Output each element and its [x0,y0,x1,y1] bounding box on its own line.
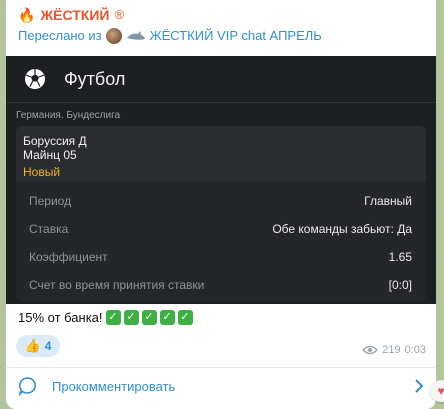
league-label: Германия. Бундеслига [16,110,121,121]
comments-label: Прокомментировать [52,378,176,394]
soccer-ball-icon [25,69,45,89]
comment-icon [18,377,37,396]
message-meta: 219 0:03 [362,344,426,356]
sport-title: Футбол [64,68,126,89]
bet-details: Период Главный Ставка Обе команды забьют… [16,181,426,301]
detail-key: Ставка [29,222,69,236]
message-header: 🔥 ЖЁСТКИЙ ® Переслано из ЖЁСТКИЙ VIP cha… [6,0,436,44]
detail-row: Ставка Обе команды забьют: Да [16,215,426,243]
check-icon: ✓ [123,310,139,325]
view-count: 219 [382,344,401,356]
fire-icon: 🔥 [18,7,36,23]
detail-key: Счет во время принятия ставки [29,278,205,292]
registered-icon: ® [114,7,125,22]
check-icon: ✓ [177,310,193,325]
card-header: Футбол [6,56,436,103]
status-badge: Новый [23,165,61,179]
shark-icon [126,30,146,42]
message-body: 15% от банка! [18,310,103,325]
detail-row: Счет во время принятия ставки [0:0] [16,271,426,299]
forwarded-prefix: Переслано из [18,28,102,43]
check-icon: ✓ [159,310,175,325]
channel-title: ЖЁСТКИЙ [40,7,110,23]
detail-value: Обе команды забьют: Да [272,222,412,236]
source-avatar [105,27,122,44]
match-info: Боруссия Д Майнц 05 Новый [16,126,426,181]
check-icon: ✓ [105,310,121,325]
chevron-right-icon [415,379,424,393]
team-home: Боруссия Д [23,134,87,148]
message-text: 15% от банка! ✓ ✓ ✓ ✓ ✓ [18,310,193,325]
forwarded-from[interactable]: Переслано из ЖЁСТКИЙ VIP chat АПРЕЛЬ [18,27,436,44]
comments-button[interactable]: Прокомментировать [6,367,436,404]
team-away: Майнц 05 [23,148,77,162]
bet-card[interactable]: Футбол Германия. Бундеслига Боруссия Д М… [6,56,436,304]
reaction-count: 4 [44,339,52,353]
detail-key: Коэффициент [29,250,108,264]
detail-value: 1.65 [388,250,412,264]
thumbs-up-icon: 👍 [24,338,41,353]
detail-key: Период [29,194,72,208]
detail-value: [0:0] [388,278,412,292]
channel-name[interactable]: 🔥 ЖЁСТКИЙ ® [18,6,436,24]
eye-icon [362,345,379,355]
detail-row: Коэффициент 1.65 [16,243,426,271]
reaction-thumbs-up[interactable]: 👍 4 [16,335,60,357]
check-icon: ✓ [141,310,157,325]
message-time: 0:03 [404,344,426,356]
message-bubble: 🔥 ЖЁСТКИЙ ® Переслано из ЖЁСТКИЙ VIP cha… [6,0,436,409]
forwarded-source: ЖЁСТКИЙ VIP chat АПРЕЛЬ [149,28,322,43]
detail-value: Главный [364,194,412,208]
detail-row: Период Главный [16,187,426,215]
